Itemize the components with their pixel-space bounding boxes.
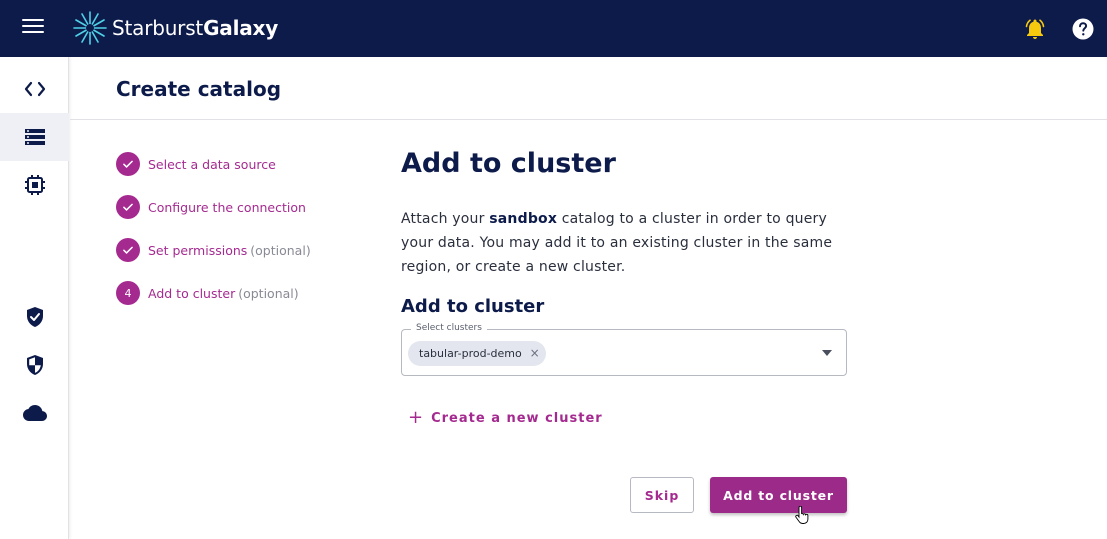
create-new-cluster-label: Create a new cluster <box>431 410 603 426</box>
top-bar: StarburstGalaxy <box>0 0 1107 57</box>
step-select-data-source[interactable]: Select a data source <box>116 152 276 176</box>
chevron-down-icon[interactable] <box>822 350 832 356</box>
step-check-icon <box>116 195 140 219</box>
nav-item-cloud[interactable] <box>0 389 69 437</box>
help-circle-icon[interactable] <box>1071 17 1095 41</box>
add-to-cluster-button[interactable]: Add to cluster <box>710 477 847 513</box>
brand-logo[interactable]: StarburstGalaxy <box>72 10 278 46</box>
create-new-cluster-button[interactable]: + Create a new cluster <box>408 409 603 427</box>
page-header: Create catalog <box>70 57 1107 120</box>
shield-half-icon <box>26 355 43 375</box>
step-number: 4 <box>116 281 140 305</box>
step-set-permissions[interactable]: Set permissions (optional) <box>116 238 311 262</box>
step-check-icon <box>116 152 140 176</box>
description-prefix: Attach your <box>401 211 490 227</box>
code-brackets-icon <box>24 81 45 97</box>
step-check-icon <box>116 238 140 262</box>
chip-remove-icon[interactable]: × <box>530 346 540 360</box>
hand-cursor-icon <box>795 506 809 524</box>
step-add-to-cluster[interactable]: 4 Add to cluster (optional) <box>116 281 299 305</box>
step-label: Select a data source <box>148 156 276 172</box>
brand-name-bold: Galaxy <box>203 16 279 40</box>
skip-button[interactable]: Skip <box>630 477 694 513</box>
description: Attach your sandbox catalog to a cluster… <box>401 207 851 279</box>
nav-item-query-editor[interactable] <box>0 65 69 113</box>
cluster-chip-icon <box>24 175 45 195</box>
shield-check-icon <box>26 307 43 327</box>
page-title: Create catalog <box>116 77 282 101</box>
brand-name: StarburstGalaxy <box>112 16 278 40</box>
hamburger-menu-icon[interactable] <box>22 19 44 39</box>
step-label: Configure the connection <box>148 199 306 215</box>
bell-icon[interactable] <box>1023 17 1047 41</box>
cluster-chip-label: tabular-prod-demo <box>419 347 522 360</box>
select-clusters-field[interactable]: Select clusters tabular-prod-demo × <box>401 323 847 376</box>
nav-item-catalogs[interactable] <box>0 113 69 161</box>
brand-name-light: Starburst <box>112 16 204 40</box>
section-title: Add to cluster <box>401 296 545 317</box>
nav-item-access-control[interactable] <box>0 293 69 341</box>
step-label: Add to cluster <box>148 285 236 301</box>
nav-item-security[interactable] <box>0 341 69 389</box>
plus-icon: + <box>408 407 424 428</box>
catalog-name: sandbox <box>489 211 558 227</box>
starburst-logo-icon <box>73 11 107 45</box>
step-optional-tag: (optional) <box>250 242 311 258</box>
catalog-list-icon <box>24 129 45 145</box>
nav-item-clusters[interactable] <box>0 161 69 209</box>
cluster-chip[interactable]: tabular-prod-demo × <box>408 341 546 366</box>
step-label: Set permissions <box>148 242 248 258</box>
cloud-icon <box>22 405 47 421</box>
content-title: Add to cluster <box>401 148 616 179</box>
select-clusters-label: Select clusters <box>411 323 487 333</box>
step-configure-connection[interactable]: Configure the connection <box>116 195 306 219</box>
side-nav <box>0 57 69 539</box>
step-optional-tag: (optional) <box>238 285 299 301</box>
